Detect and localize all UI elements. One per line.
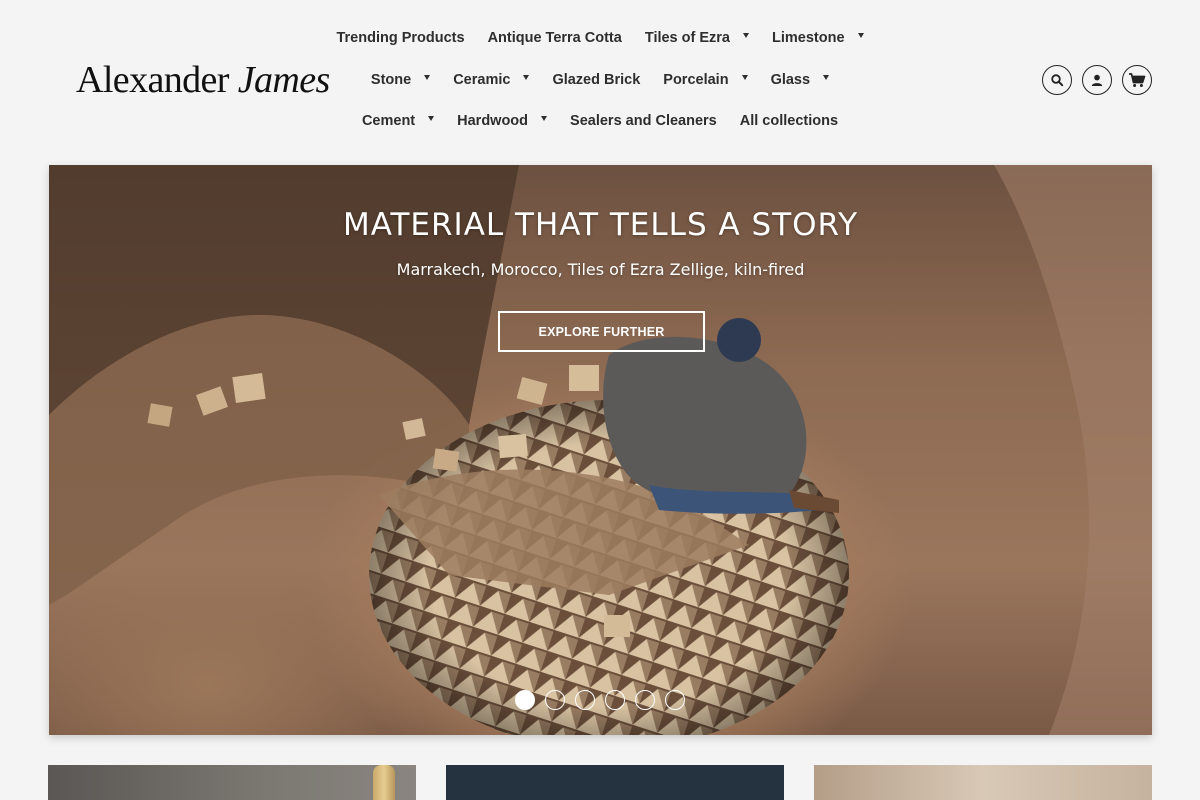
nav-item-label: Limestone <box>772 30 845 46</box>
caret-down-icon <box>523 74 530 80</box>
brand-logo[interactable]: Alexander James <box>76 58 330 102</box>
nav-item-trending-products[interactable]: Trending Products <box>336 30 464 46</box>
nav-item-sealers-and-cleaners[interactable]: Sealers and Cleaners <box>570 113 717 129</box>
nav-item-label: Stone <box>370 72 412 88</box>
slide-dot-2[interactable] <box>545 690 565 710</box>
nav-item-ceramic[interactable]: Ceramic <box>453 72 530 88</box>
caret-down-icon <box>424 74 431 80</box>
nav-item-antique-terra-cotta[interactable]: Antique Terra Cotta <box>488 30 622 46</box>
nav-item-tiles-of-ezra[interactable]: Tiles of Ezra <box>645 30 749 46</box>
nav-item-label: Cement <box>361 113 416 129</box>
account-icon <box>1091 74 1103 86</box>
hero-title: MATERIAL THAT TELLS A STORY <box>342 207 859 243</box>
caret-down-icon <box>823 74 830 80</box>
nav-item-label: Porcelain <box>663 72 729 88</box>
collection-card-1[interactable] <box>48 765 416 800</box>
brand-name-part2: James <box>237 59 331 101</box>
slide-dot-3[interactable] <box>575 690 595 710</box>
search-icon <box>1051 74 1064 87</box>
search-button[interactable] <box>1042 65 1072 95</box>
hero-slideshow: MATERIAL THAT TELLS A STORY Marrakech, M… <box>49 165 1152 735</box>
nav-item-label: Trending Products <box>336 30 465 46</box>
slide-dot-5[interactable] <box>635 690 655 710</box>
nav-item-glass[interactable]: Glass <box>771 72 830 88</box>
cart-icon <box>1129 73 1146 87</box>
nav-item-label: Glass <box>770 72 811 88</box>
hero-kiln-image <box>49 165 1152 735</box>
caret-down-icon <box>857 32 864 38</box>
nav-item-label: Glazed Brick <box>552 72 641 88</box>
slide-dot-6[interactable] <box>665 690 685 710</box>
slideshow-pagination <box>515 690 685 710</box>
collection-card-3[interactable] <box>814 765 1152 800</box>
explore-further-button[interactable]: EXPLORE FURTHER <box>498 311 705 352</box>
caret-down-icon <box>743 32 749 38</box>
caret-down-icon <box>541 115 548 121</box>
brand-name-part1: Alexander <box>76 59 229 101</box>
nav-item-glazed-brick[interactable]: Glazed Brick <box>552 72 640 88</box>
caret-down-icon <box>741 74 748 80</box>
caret-down-icon <box>428 115 435 121</box>
nav-item-hardwood[interactable]: Hardwood <box>457 113 548 129</box>
nav-item-limestone[interactable]: Limestone <box>772 30 864 46</box>
nav-row-3: Cement Hardwood Sealers and Cleaners All co… <box>320 113 880 129</box>
slide-dot-1[interactable] <box>515 690 535 710</box>
nav-item-label: Antique Terra Cotta <box>487 30 622 46</box>
slide-dot-4[interactable] <box>605 690 625 710</box>
nav-row-2: Stone Ceramic Glazed Brick Porcelain Glass <box>320 72 880 88</box>
nav-item-label: Hardwood <box>457 113 529 129</box>
nav-item-cement[interactable]: Cement <box>361 113 435 129</box>
nav-item-label: Ceramic <box>453 72 511 88</box>
collection-card-2[interactable] <box>446 765 784 800</box>
nav-item-all-collections[interactable]: All collections <box>740 113 838 129</box>
account-button[interactable] <box>1082 65 1112 95</box>
nav-item-porcelain[interactable]: Porcelain <box>663 72 748 88</box>
nav-row-1: Trending Products Antique Terra Cotta Tile… <box>320 30 880 46</box>
card-image-detail <box>373 765 395 800</box>
nav-item-label: All collections <box>739 113 839 129</box>
nav-item-stone[interactable]: Stone <box>370 72 431 88</box>
hero-subtitle: Marrakech, Morocco, Tiles of Ezra Zellig… <box>396 260 805 279</box>
nav-item-label: Tiles of Ezra <box>644 30 730 46</box>
nav-item-label: Sealers and Cleaners <box>570 113 717 129</box>
cart-button[interactable] <box>1122 65 1152 95</box>
